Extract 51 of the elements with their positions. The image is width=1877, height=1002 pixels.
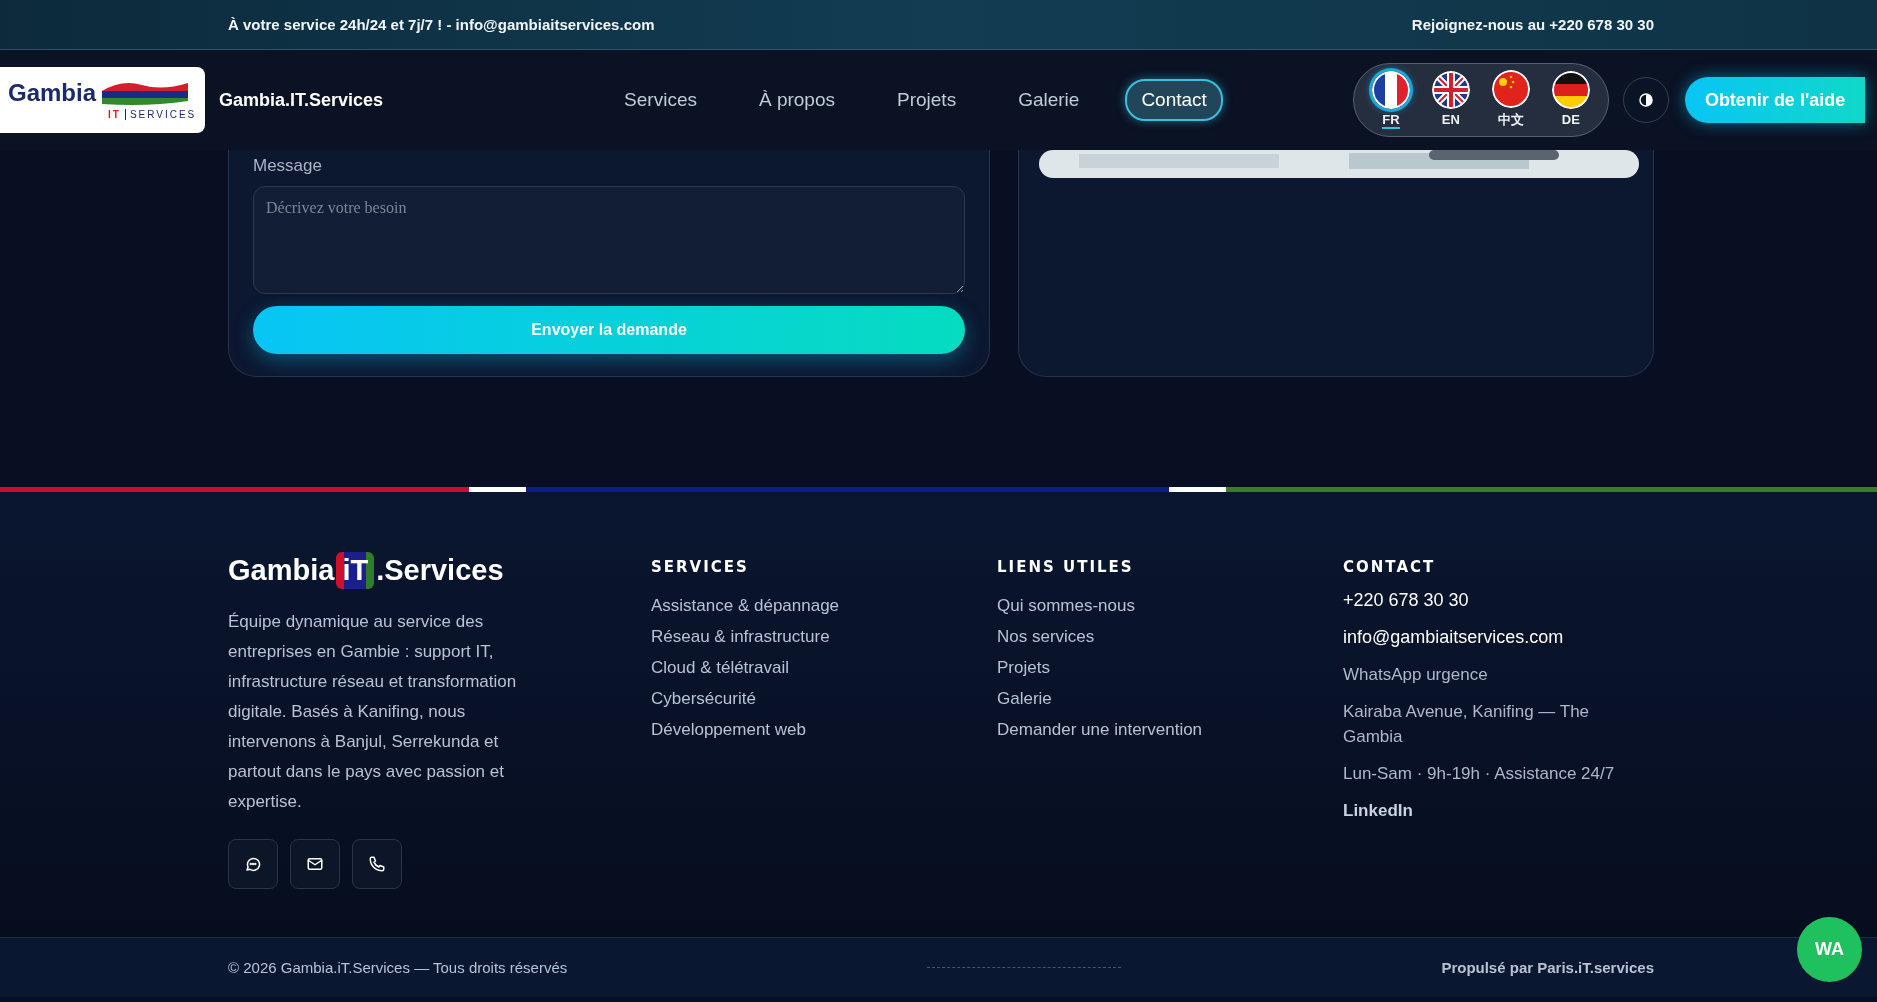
contrast-icon (1638, 93, 1653, 107)
chat-icon (244, 855, 262, 873)
flag-icon (1431, 71, 1470, 109)
footer-link[interactable]: Développement web (651, 720, 997, 739)
footer-link[interactable]: Demander une intervention (997, 720, 1343, 739)
phone-text: Rejoignez-nous au +220 678 30 30 (1411, 16, 1654, 33)
footer-link[interactable]: Cybersécurité (651, 689, 997, 708)
footer-logo: Gambia iT .Services (228, 552, 651, 589)
nav-link[interactable]: À propos (742, 79, 851, 121)
language-option[interactable]: 中文 (1491, 69, 1530, 131)
company-description: Équipe dynamique au service des entreprises en Gambie : support IT, infrastructure réseau et transformation digitale. Basés à Kanifing, nous intervenons à Banjul, Serrekunda et partout dans le pays avec passion et expertise. (228, 611, 518, 813)
contact-item[interactable]: info@gambiaitservices.com (1343, 625, 1643, 650)
footer-link[interactable]: Nos services (997, 627, 1343, 646)
language-option[interactable]: FR (1371, 71, 1410, 129)
logo-subtitle: IT SERVICES (108, 108, 197, 120)
footer-link[interactable]: Cloud & télétravail (651, 658, 997, 677)
column-heading: SERVICES (651, 558, 750, 576)
contact-item: Kairaba Avenue, Kanifing — The Gambia (1343, 701, 1591, 748)
footer-link[interactable]: Projets (997, 658, 1343, 677)
logo-text: Gambia (8, 80, 97, 105)
message-label: Message (253, 156, 323, 176)
nav-link[interactable]: Services (608, 79, 713, 121)
copyright-text: © 2026 Gambia.iT.Services — Tous droits réservés (228, 959, 568, 976)
language-option[interactable]: EN (1431, 71, 1470, 129)
footer-link[interactable]: Qui sommes-nous (997, 596, 1343, 615)
contact-item: WhatsApp urgence (1343, 664, 1489, 686)
footer-link[interactable]: Galerie (997, 689, 1343, 708)
column-heading: CONTACT (1343, 558, 1437, 576)
footer-link[interactable]: Assistance & dépannage (651, 596, 997, 615)
theme-toggle[interactable] (1622, 77, 1669, 123)
brand-name: Gambia.IT.Services (219, 89, 384, 111)
service-hours-text: À votre service 24h/24 et 7j/7 ! - info@gambiaitservices.com (228, 16, 655, 33)
flag-icon (1551, 71, 1590, 109)
message-field[interactable]: Décrivez votre besoin (253, 186, 965, 294)
social-button[interactable] (352, 839, 402, 889)
contact-item[interactable]: +220 678 30 30 (1343, 588, 1643, 613)
footer-link[interactable]: Réseau & infrastructure (651, 627, 997, 646)
contact-item[interactable]: LinkedIn (1343, 798, 1643, 823)
phone-icon (368, 855, 386, 873)
logo[interactable]: Gambia IT SERVICES (0, 67, 205, 133)
powered-by-link[interactable]: Propulsé par Paris.iT.services (1441, 959, 1654, 976)
nav-link[interactable]: Contact (1125, 79, 1223, 121)
social-button[interactable] (290, 839, 340, 889)
language-option[interactable]: DE (1551, 71, 1590, 129)
nav-link[interactable]: Galerie (1002, 79, 1096, 121)
mail-icon (306, 855, 324, 873)
column-heading: LIENS UTILES (997, 558, 1135, 576)
flag-icon (1491, 69, 1530, 108)
social-button[interactable] (228, 839, 278, 889)
contact-item: Lun-Sam · 9h-19h · Assistance 24/7 (1343, 763, 1616, 785)
nav-link[interactable]: Projets (881, 79, 973, 121)
